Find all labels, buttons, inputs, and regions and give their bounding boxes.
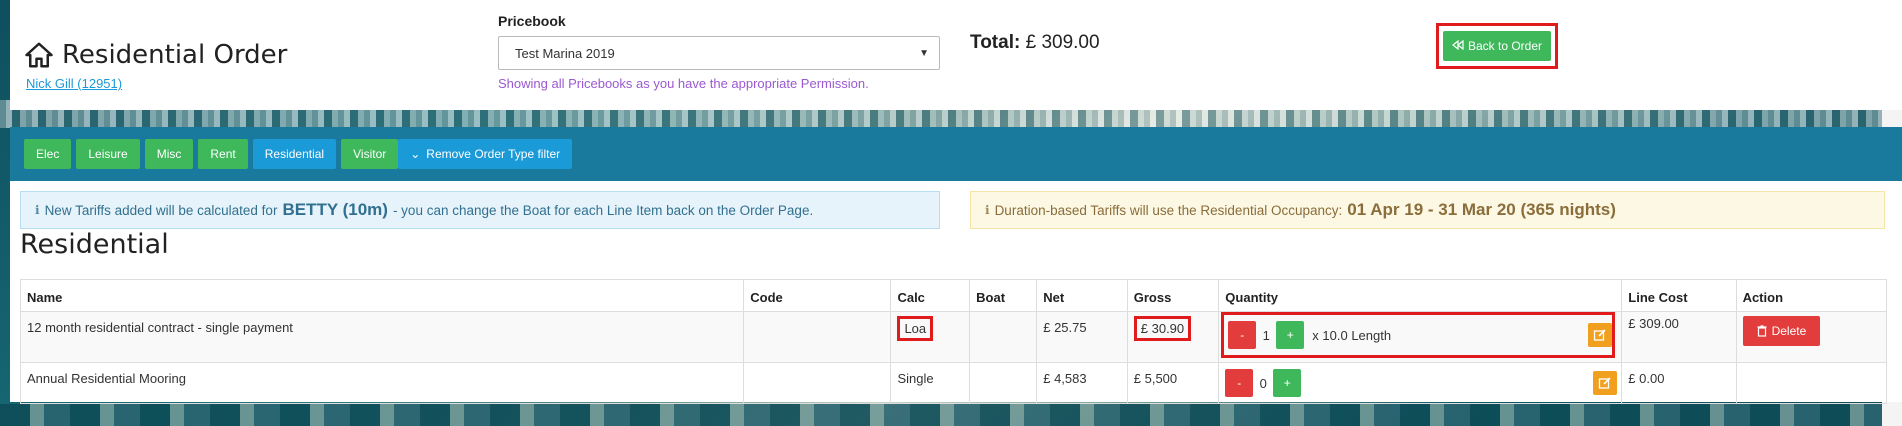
row-calc: Single <box>890 362 971 404</box>
occupancy-period: 01 Apr 19 - 31 Mar 20 (365 nights) <box>1347 200 1616 219</box>
quantity-value: 0 <box>1259 375 1267 391</box>
row-net: £ 25.75 <box>1036 311 1128 363</box>
delete-label: Delete <box>1771 324 1807 338</box>
column-header: Net <box>1036 279 1128 312</box>
row-line-cost-cell: £ 309.00 <box>1621 311 1737 363</box>
boat-info-alert: ℹ New Tariffs added will be calculated f… <box>20 191 940 229</box>
row-boat <box>969 311 1038 363</box>
customer-link[interactable]: Nick Gill (12951) <box>26 76 122 91</box>
back-to-order-button[interactable]: Back to Order <box>1443 31 1551 61</box>
column-header: Boat <box>969 279 1038 312</box>
table-row: Annual Residential Mooring Single £ 4,58… <box>19 362 1888 404</box>
quantity-unit: x 10.0 Length <box>1312 327 1392 343</box>
boat-name: BETTY (10m) <box>282 200 388 219</box>
row-name: Annual Residential Mooring <box>19 362 745 404</box>
tariff-table: Name Code Calc Boat Net Gross Quantity L… <box>19 279 1888 404</box>
home-icon <box>24 40 54 70</box>
chevron-down-icon: ⌄ <box>410 147 421 161</box>
pricebook-label: Pricebook <box>498 13 566 29</box>
decrease-quantity-button[interactable]: - <box>1228 321 1257 349</box>
quantity-value: 1 <box>1262 327 1270 343</box>
quantity-stepper: - 1 + x 10.0 Length <box>1228 321 1613 349</box>
remove-filter-label: Remove Order Type filter <box>426 147 561 161</box>
back-icon <box>1452 39 1464 53</box>
chevron-down-icon: ▼ <box>919 47 929 59</box>
pricebook-select[interactable]: Test Marina 2019 ▼ <box>498 36 940 70</box>
info-icon: ℹ <box>35 203 40 217</box>
filter-visitor[interactable]: Visitor <box>341 139 399 169</box>
row-net: £ 4,583 <box>1036 362 1128 404</box>
page-title: Residential Order <box>24 40 287 70</box>
row-code <box>743 311 892 363</box>
row-line-cost: £ 309.00 <box>1628 316 1679 331</box>
table-row: 12 month residential contract - single p… <box>19 311 1888 363</box>
row-action <box>1735 362 1888 404</box>
filter-elec[interactable]: Elec <box>24 139 72 169</box>
remove-filter-button[interactable]: ⌄ Remove Order Type filter <box>398 139 573 169</box>
decrease-quantity-button[interactable]: - <box>1225 369 1254 397</box>
column-header: Line Cost <box>1621 279 1737 312</box>
row-calc-cell: Loa <box>890 311 971 363</box>
column-header: Calc <box>890 279 971 312</box>
increase-quantity-button[interactable]: + <box>1276 321 1305 349</box>
column-header: Name <box>19 279 745 312</box>
row-boat <box>969 362 1038 404</box>
order-total: Total: £ 309.00 <box>970 32 1100 54</box>
filter-leisure[interactable]: Leisure <box>76 139 140 169</box>
trash-icon <box>1757 325 1767 337</box>
pricebook-permission-note: Showing all Pricebooks as you have the a… <box>498 76 869 91</box>
occupancy-prefix: Duration-based Tariffs will use the Resi… <box>994 202 1343 218</box>
column-header: Code <box>743 279 892 312</box>
edit-icon <box>1594 329 1606 341</box>
occupancy-warning-alert: ℹ Duration-based Tariffs will use the Re… <box>970 191 1885 229</box>
quantity-highlight: - 1 + x 10.0 Length <box>1221 312 1616 358</box>
increase-quantity-button[interactable]: + <box>1273 369 1302 397</box>
back-button-highlight: Back to Order <box>1436 23 1558 69</box>
boat-info-suffix: - you can change the Boat for each Line … <box>392 202 814 218</box>
title-block: Residential Order Nick Gill (12951) <box>24 40 287 91</box>
total-value: £ 309.00 <box>1025 32 1100 53</box>
pricebook-selected-value: Test Marina 2019 <box>515 45 615 61</box>
order-type-filter-bar: Elec Leisure Misc Rent Residential Visit… <box>10 127 1902 181</box>
quantity-stepper: - 0 + <box>1225 367 1618 397</box>
background-marina-bottom <box>0 404 1902 426</box>
row-name: 12 month residential contract - single p… <box>19 311 745 363</box>
table-header-row: Name Code Calc Boat Net Gross Quantity L… <box>19 279 1888 312</box>
boat-info-prefix: New Tariffs added will be calculated for <box>44 202 278 218</box>
column-header: Gross <box>1126 279 1220 312</box>
content-panel: Elec Leisure Misc Rent Residential Visit… <box>10 127 1902 404</box>
row-gross-cell: £ 30.90 <box>1126 311 1220 363</box>
filter-rent[interactable]: Rent <box>198 139 248 169</box>
filter-misc[interactable]: Misc <box>144 139 194 169</box>
pricebook-group: Pricebook Test Marina 2019 ▼ Showing all… <box>498 13 940 91</box>
delete-button[interactable]: Delete <box>1742 316 1821 346</box>
edit-quantity-button[interactable] <box>1588 323 1613 347</box>
row-quantity-cell: - 0 + <box>1218 362 1623 404</box>
total-label: Total: <box>970 32 1021 53</box>
row-quantity-cell: - 1 + x 10.0 Length <box>1218 311 1623 363</box>
back-to-order-label: Back to Order <box>1467 39 1543 53</box>
row-gross: £ 30.90 <box>1133 316 1192 341</box>
section-title: Residential <box>20 229 169 260</box>
row-gross: £ 5,500 <box>1126 362 1220 404</box>
filter-residential[interactable]: Residential <box>252 139 337 169</box>
info-icon: ℹ <box>985 203 990 217</box>
column-header: Quantity <box>1218 279 1623 312</box>
row-action-cell: Delete <box>1735 311 1888 363</box>
edit-quantity-button[interactable] <box>1593 371 1618 395</box>
edit-icon <box>1599 377 1611 389</box>
row-line-cost: £ 0.00 <box>1621 362 1737 404</box>
row-code <box>743 362 892 404</box>
row-calc: Loa <box>897 316 934 341</box>
page-title-text: Residential Order <box>62 40 288 70</box>
column-header: Action <box>1735 279 1888 312</box>
header-panel: Residential Order Nick Gill (12951) Pric… <box>10 0 1902 110</box>
